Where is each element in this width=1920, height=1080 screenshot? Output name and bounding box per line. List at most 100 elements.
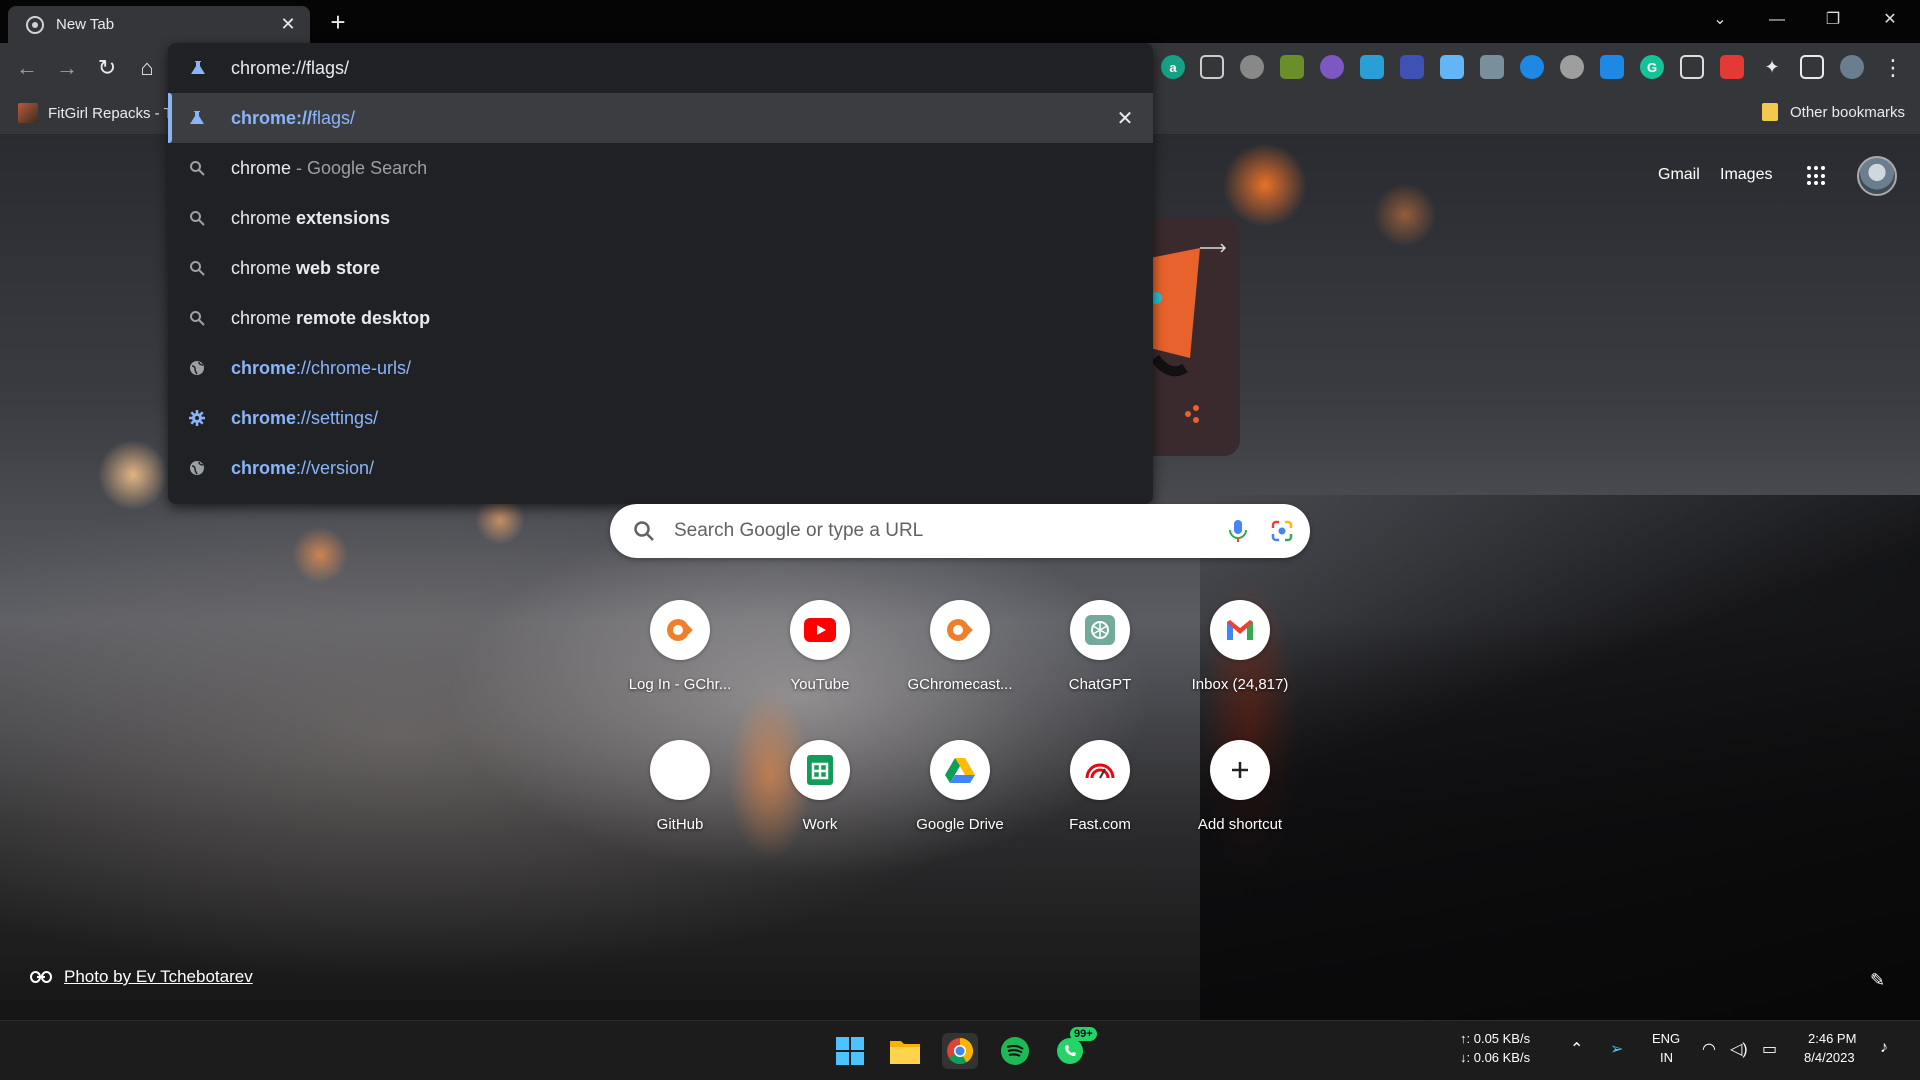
google-lens-icon[interactable] [1270,519,1294,543]
tab-close-icon[interactable]: ✕ [278,14,298,34]
bookmark-other-folder[interactable]: Other bookmarks [1762,103,1905,121]
shortcut-tile[interactable]: Google Drive [904,740,1016,852]
shortcut-tile[interactable]: GitHub [624,740,736,852]
tab-search-icon[interactable]: ⌄ [1700,6,1740,34]
labs-flask-icon [186,107,208,129]
new-tab-button[interactable]: + [324,9,352,37]
shortcut-tile[interactable]: GChromecast... [904,600,1016,712]
suggestion-item[interactable]: chrome remote desktop [168,293,1153,343]
close-window-button[interactable]: ✕ [1870,6,1910,34]
shortcut-tile[interactable]: Inbox (24,817) [1184,600,1296,712]
suggestion-item[interactable]: chrome://settings/ [168,393,1153,443]
clock-time[interactable]: 2:46 PM [1808,1031,1856,1046]
promo-card [1150,218,1240,456]
volume-icon[interactable]: ◁) [1730,1039,1748,1059]
suggestion-item[interactable]: chrome://version/ [168,443,1153,493]
suggestion-item[interactable]: chrome - Google Search [168,143,1153,193]
customize-pencil-icon[interactable]: ✎ [1870,970,1885,991]
search-box[interactable]: Search Google or type a URL [610,504,1310,558]
chatgpt-icon [1070,600,1130,660]
suggestion-item[interactable]: chrome://flags/ ✕ [168,93,1153,143]
bookmark-favicon-icon [18,103,38,123]
account-avatar[interactable] [1857,156,1897,196]
forward-button[interactable]: → [52,53,82,83]
globe-icon [186,457,208,479]
remove-suggestion-icon[interactable]: ✕ [1113,106,1137,131]
chevron-up-icon[interactable]: ⌃ [1570,1039,1583,1059]
extension-cast-icon[interactable] [1360,55,1384,79]
shortcut-tile[interactable]: ChatGPT [1044,600,1156,712]
bookmark-fitgirl[interactable]: FitGirl Repacks - Tl [18,103,176,123]
network-speed-up: ↑: 0.05 KB/s [1460,1031,1531,1046]
side-panel-icon[interactable] [1800,55,1824,79]
photo-credit-link[interactable]: Photo by Ev Tchebotarev [30,967,253,987]
extension-grammarly-icon[interactable]: G [1640,55,1664,79]
extension-arrow-down-icon[interactable] [1600,55,1624,79]
screen: New Tab ✕ + ⌄ — ❐ ✕ ← → ↻ ⌂ a G ✦ ⋮ FitG… [0,0,1920,1080]
shortcut-tile[interactable]: Work [764,740,876,852]
menu-button[interactable]: ⋮ [1878,53,1908,83]
extension-orb-icon[interactable] [1320,55,1344,79]
gchromecast-icon [930,600,990,660]
search-icon [186,257,208,279]
chrome-icon [26,15,44,34]
windows-start-icon[interactable] [832,1033,868,1069]
gchromecast-icon [650,600,710,660]
location-icon[interactable]: ➢ [1610,1039,1623,1059]
suggestion-item[interactable]: chrome web store [168,243,1153,293]
shortcut-tile[interactable]: Fast.com [1044,740,1156,852]
tab-new-tab[interactable]: New Tab ✕ [8,6,310,43]
globe-icon [186,357,208,379]
extension-robot-icon[interactable] [1520,55,1544,79]
whatsapp-icon[interactable]: 99+ [1052,1027,1097,1069]
language-code[interactable]: ENG [1652,1031,1680,1046]
youtube-icon [790,600,850,660]
suggestion-item[interactable]: chrome://chrome-urls/ [168,343,1153,393]
clock-date[interactable]: 8/4/2023 [1804,1050,1855,1065]
minimize-button[interactable]: — [1757,6,1797,34]
restore-button[interactable]: ❐ [1813,6,1853,34]
labs-flask-icon [191,61,205,74]
gear-icon [186,407,208,429]
extension-translate-icon[interactable] [1400,55,1424,79]
extensions-puzzle-icon[interactable]: ✦ [1760,55,1784,79]
battery-icon[interactable]: ▭ [1762,1039,1777,1059]
extension-keys-icon[interactable] [1280,55,1304,79]
search-icon [186,157,208,179]
back-button[interactable]: ← [12,53,42,83]
suggestion-item[interactable]: chrome extensions [168,193,1153,243]
microphone-icon[interactable] [1226,518,1250,544]
gmail-link[interactable]: Gmail [1658,166,1700,184]
add-shortcut-button[interactable]: Add shortcut [1184,740,1296,852]
omnibox-input[interactable] [231,53,1131,83]
extension-globe-icon[interactable] [1560,55,1584,79]
gmail-icon [1210,600,1270,660]
images-link[interactable]: Images [1720,166,1772,184]
extension-pocket-icon[interactable] [1720,55,1744,79]
reload-button[interactable]: ↻ [92,53,122,83]
extension-glasses-icon[interactable] [1200,55,1224,79]
extension-cloud-icon[interactable] [1240,55,1264,79]
extension-shield-icon[interactable] [1480,55,1504,79]
home-button[interactable]: ⌂ [132,53,162,83]
tab-title: New Tab [56,16,115,33]
chrome-taskbar-icon[interactable] [942,1033,978,1069]
omnibox-dropdown: chrome://flags/ ✕ chrome - Google Search… [168,43,1153,504]
sheets-icon [790,740,850,800]
spotify-icon[interactable] [997,1033,1033,1069]
link-icon [30,971,52,983]
profile-avatar-icon[interactable] [1840,55,1864,79]
shortcut-tile[interactable]: YouTube [764,600,876,712]
wifi-icon[interactable]: ◠ [1702,1039,1716,1059]
extension-amazon-icon[interactable]: a [1161,55,1185,79]
extension-download-icon[interactable] [1440,55,1464,79]
shortcut-tile[interactable]: Log In - GChr... [624,600,736,712]
taskbar: 99+ ↑: 0.05 KB/s ↓: 0.06 KB/s ⌃ ➢ ENG IN… [0,1020,1920,1080]
extension-window-icon[interactable] [1680,55,1704,79]
omnibox-input-row [168,43,1153,93]
promo-illustration [1150,243,1227,423]
notification-badge: 99+ [1070,1027,1097,1041]
notification-bell-icon[interactable]: ♪ [1880,1039,1888,1057]
file-explorer-icon[interactable] [887,1033,923,1069]
apps-grid-icon[interactable] [1807,166,1827,186]
